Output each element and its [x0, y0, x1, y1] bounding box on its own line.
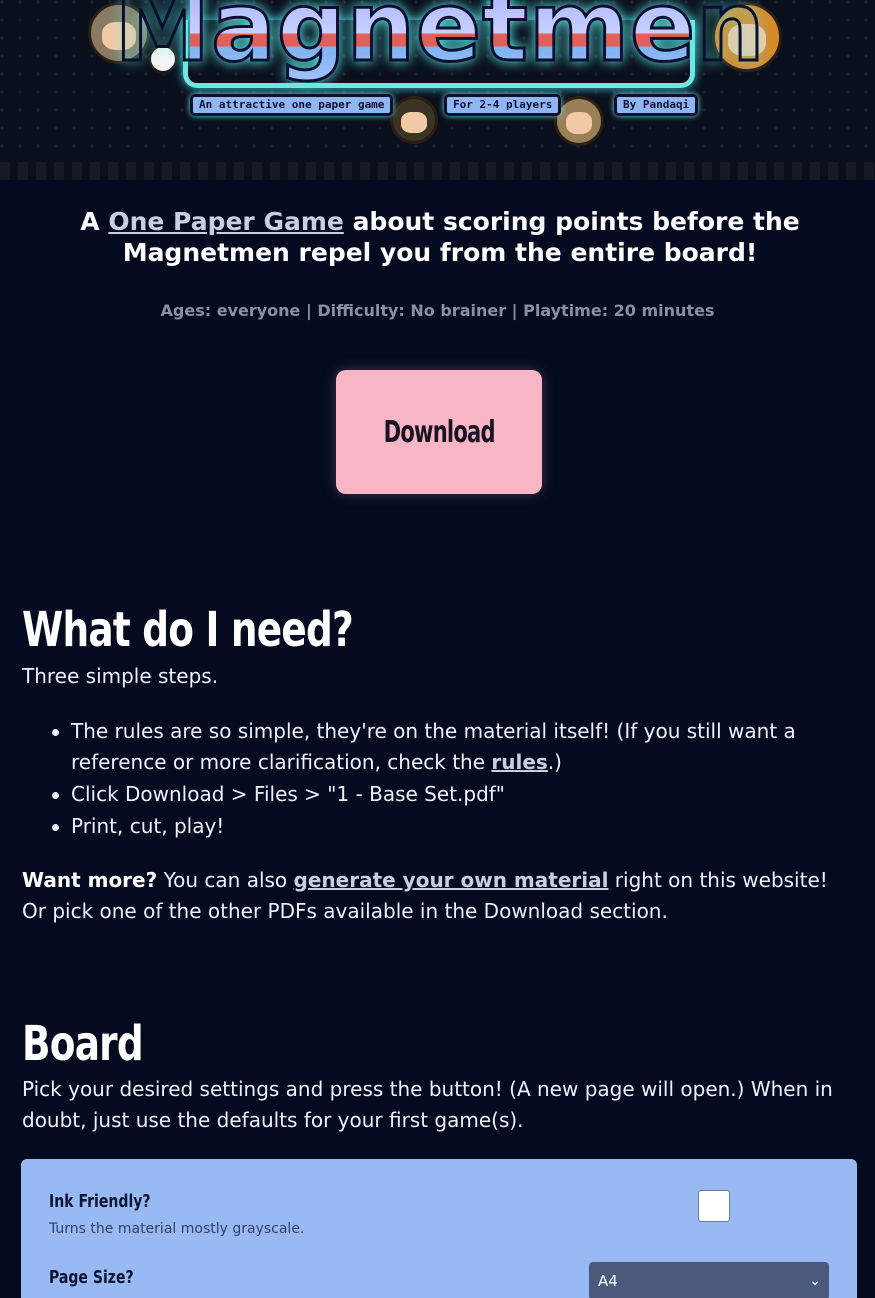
intro-headline: A One Paper Game about scoring points be… [60, 206, 820, 268]
ink-friendly-label: Ink Friendly? [49, 1191, 151, 1212]
header-banner: Magnetmen An attractive one paper game F… [0, 0, 875, 180]
download-button-label: Download [383, 414, 495, 450]
intro-prefix: A [80, 207, 109, 236]
what-do-i-need-heading: What do I need? [22, 602, 354, 658]
generate-material-link[interactable]: generate your own material [294, 868, 609, 892]
logo-tagline: An attractive one paper game [190, 94, 394, 116]
logo-players: For 2-4 players [444, 94, 562, 116]
settings-panel: Ink Friendly? Turns the material mostly … [21, 1159, 857, 1298]
chevron-down-icon: ⌄ [809, 1273, 821, 1289]
board-description: Pick your desired settings and press the… [22, 1077, 833, 1132]
list-item: The rules are so simple, they're on the … [22, 716, 857, 778]
magnetman-character-bottom-left [390, 96, 438, 144]
ink-friendly-checkbox[interactable] [698, 1190, 730, 1222]
ink-friendly-description: Turns the material mostly grayscale. [49, 1221, 305, 1237]
steps-list: The rules are so simple, they're on the … [22, 716, 857, 843]
download-button[interactable]: Download [336, 370, 542, 494]
logo-title: Magnetmen [113, 0, 766, 86]
magnetman-character-bottom-right [554, 96, 604, 146]
board-heading: Board [22, 1016, 144, 1072]
game-meta: Ages: everyone | Difficulty: No brainer … [160, 301, 715, 320]
want-more-paragraph: Want more? You can also generate your ow… [22, 868, 828, 923]
rules-link[interactable]: rules [491, 750, 547, 774]
list-item: Click Download > Files > "1 - Base Set.p… [22, 779, 857, 810]
page-size-label: Page Size? [49, 1267, 134, 1288]
logo-author: By Pandaqi [614, 94, 699, 116]
one-paper-game-link[interactable]: One Paper Game [108, 207, 344, 236]
page-size-value: A4 [598, 1272, 618, 1290]
page-size-select[interactable]: A4 ⌄ [589, 1262, 829, 1298]
want-more-label: Want more? [22, 868, 158, 892]
what-do-i-need-subtitle: Three simple steps. [22, 664, 219, 688]
list-item: Print, cut, play! [22, 811, 857, 842]
